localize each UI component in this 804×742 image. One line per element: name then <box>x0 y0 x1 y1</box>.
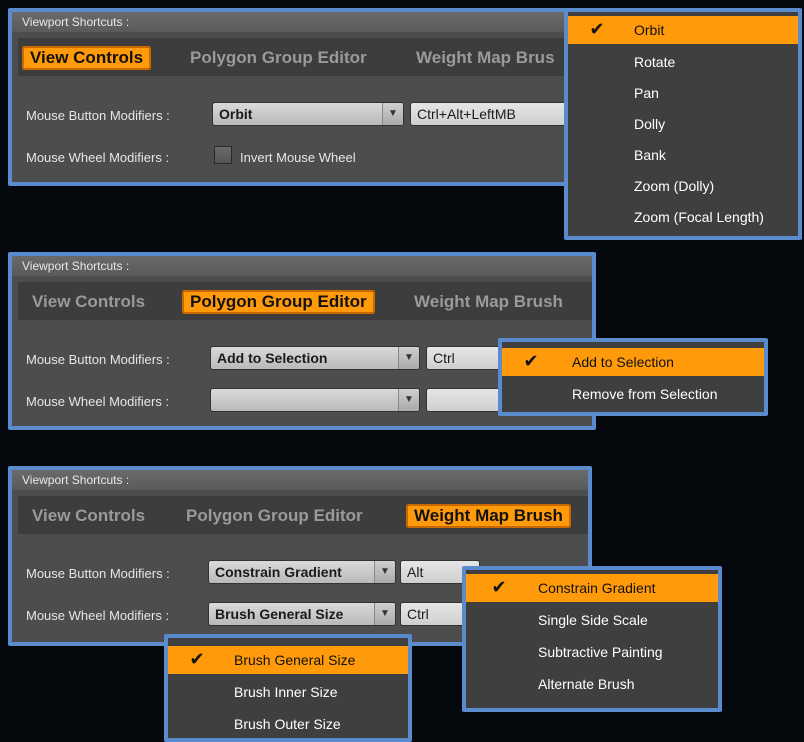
menu-item-orbit[interactable]: ✔ Orbit <box>568 16 798 44</box>
combo-value: Constrain Gradient <box>215 564 342 580</box>
panel-header: Viewport Shortcuts : <box>12 470 588 490</box>
menu-item-pan[interactable]: Pan <box>568 79 798 107</box>
chevron-down-icon[interactable]: ▼ <box>398 389 419 411</box>
mouse-button-modifiers-label: Mouse Button Modifiers : <box>26 108 170 123</box>
mouse-wheel-modifiers-label: Mouse Wheel Modifiers : <box>26 394 170 409</box>
tab-bar: View Controls Polygon Group Editor Weigh… <box>18 38 566 76</box>
viewport-shortcuts-panel-1: Viewport Shortcuts : View Controls Polyg… <box>8 8 570 186</box>
menu-item-subtractive-painting[interactable]: Subtractive Painting <box>466 638 718 666</box>
shortcut-field[interactable]: Ctrl+Alt+LeftMB <box>410 102 570 126</box>
combo-value: Brush General Size <box>215 606 344 622</box>
wheel-shortcut-field[interactable] <box>426 388 506 412</box>
mouse-button-modifier-select[interactable]: Add to Selection ▼ <box>210 346 420 370</box>
menu-item-brush-outer-size[interactable]: Brush Outer Size <box>168 710 408 738</box>
menu-item-single-side-scale[interactable]: Single Side Scale <box>466 606 718 634</box>
selection-dropdown-menu: ✔ Add to Selection Remove from Selection <box>498 338 768 416</box>
check-icon: ✔ <box>516 350 546 372</box>
wheel-modifier-dropdown-menu: ✔ Brush General Size Brush Inner Size Br… <box>164 634 412 742</box>
tab-view-controls[interactable]: View Controls <box>22 46 152 70</box>
invert-mouse-wheel-checkbox[interactable] <box>214 146 232 164</box>
tab-view-controls[interactable]: View Controls <box>32 290 145 314</box>
tab-polygon-group-editor[interactable]: Polygon Group Editor <box>190 46 367 70</box>
menu-item-constrain-gradient[interactable]: ✔ Constrain Gradient <box>466 574 718 602</box>
mouse-wheel-modifier-select[interactable]: ▼ <box>210 388 420 412</box>
button-modifier-dropdown-menu: ✔ Constrain Gradient Single Side Scale S… <box>462 566 722 712</box>
mouse-button-modifiers-label: Mouse Button Modifiers : <box>26 566 170 581</box>
mouse-button-modifier-select[interactable]: Constrain Gradient ▼ <box>208 560 396 584</box>
orbit-dropdown-menu: ✔ Orbit Rotate Pan Dolly Bank Zoom (Doll… <box>564 8 802 240</box>
menu-item-add-to-selection[interactable]: ✔ Add to Selection <box>502 348 764 376</box>
check-icon: ✔ <box>582 18 612 40</box>
check-icon: ✔ <box>182 648 212 670</box>
menu-item-zoom-dolly[interactable]: Zoom (Dolly) <box>568 172 798 200</box>
tab-bar: View Controls Polygon Group Editor Weigh… <box>18 496 588 534</box>
menu-item-rotate[interactable]: Rotate <box>568 48 798 76</box>
panel-header: Viewport Shortcuts : <box>12 12 566 32</box>
tab-weight-map-brush[interactable]: Weight Map Brus <box>416 46 555 70</box>
menu-item-bank[interactable]: Bank <box>568 141 798 169</box>
tab-weight-map-brush[interactable]: Weight Map Brush <box>406 504 571 528</box>
menu-item-brush-inner-size[interactable]: Brush Inner Size <box>168 678 408 706</box>
menu-item-remove-from-selection[interactable]: Remove from Selection <box>502 380 764 408</box>
chevron-down-icon[interactable]: ▼ <box>398 347 419 369</box>
mouse-button-modifiers-label: Mouse Button Modifiers : <box>26 352 170 367</box>
mouse-button-modifier-select[interactable]: Orbit ▼ <box>212 102 404 126</box>
menu-item-dolly[interactable]: Dolly <box>568 110 798 138</box>
chevron-down-icon[interactable]: ▼ <box>382 103 403 125</box>
tab-polygon-group-editor[interactable]: Polygon Group Editor <box>186 504 363 528</box>
mouse-wheel-modifiers-label: Mouse Wheel Modifiers : <box>26 608 170 623</box>
chevron-down-icon[interactable]: ▼ <box>374 603 395 625</box>
invert-mouse-wheel-label: Invert Mouse Wheel <box>240 150 356 165</box>
check-icon: ✔ <box>484 576 514 598</box>
menu-item-alternate-brush[interactable]: Alternate Brush <box>466 670 718 698</box>
combo-value: Add to Selection <box>217 350 328 366</box>
mouse-wheel-modifiers-label: Mouse Wheel Modifiers : <box>26 150 170 165</box>
panel-header: Viewport Shortcuts : <box>12 256 592 276</box>
menu-item-brush-general-size[interactable]: ✔ Brush General Size <box>168 646 408 674</box>
menu-item-zoom-focal-length[interactable]: Zoom (Focal Length) <box>568 203 798 231</box>
tab-polygon-group-editor[interactable]: Polygon Group Editor <box>182 290 375 314</box>
tab-weight-map-brush[interactable]: Weight Map Brush <box>414 290 563 314</box>
shortcut-field[interactable]: Ctrl <box>426 346 506 370</box>
tab-bar: View Controls Polygon Group Editor Weigh… <box>18 282 592 320</box>
combo-value: Orbit <box>219 106 253 122</box>
chevron-down-icon[interactable]: ▼ <box>374 561 395 583</box>
tab-view-controls[interactable]: View Controls <box>32 504 145 528</box>
mouse-wheel-modifier-select[interactable]: Brush General Size ▼ <box>208 602 396 626</box>
